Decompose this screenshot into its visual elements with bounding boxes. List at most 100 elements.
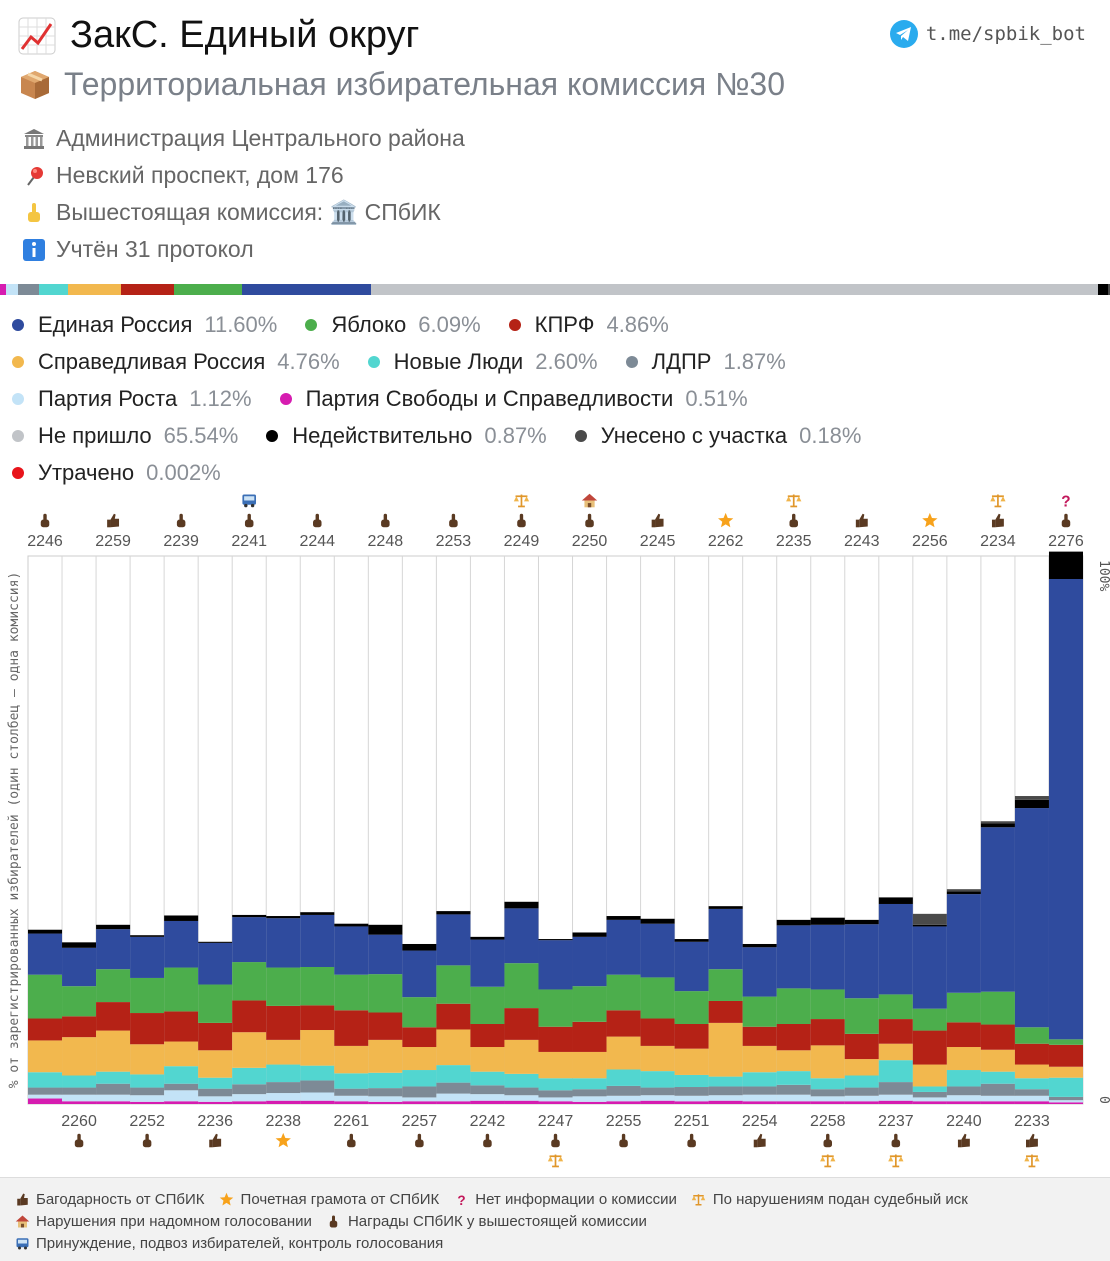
bar-segment[interactable]	[709, 1001, 743, 1023]
bar-segment[interactable]	[266, 1093, 300, 1101]
bar-segment[interactable]	[232, 1032, 266, 1068]
bar-segment[interactable]	[538, 1027, 572, 1052]
bar-segment[interactable]	[1015, 800, 1049, 808]
bar-segment[interactable]	[879, 1095, 913, 1101]
bar-segment[interactable]	[368, 1040, 402, 1073]
bar-segment[interactable]	[334, 1101, 368, 1104]
bar-segment[interactable]	[1049, 1100, 1083, 1102]
bar-segment[interactable]	[470, 1047, 504, 1072]
bar-segment[interactable]	[130, 1044, 164, 1074]
bar-segment[interactable]	[777, 920, 811, 925]
bar-segment[interactable]	[641, 1095, 675, 1100]
bar-segment[interactable]	[777, 988, 811, 1024]
bar-segment[interactable]	[641, 1046, 675, 1071]
legend-item[interactable]: Справедливая Россия4.76%	[12, 349, 340, 375]
bar-segment[interactable]	[641, 1088, 675, 1096]
bar-segment[interactable]	[947, 894, 981, 993]
bar-segment[interactable]	[573, 1102, 607, 1104]
bar-segment[interactable]	[368, 1088, 402, 1096]
bar-segment[interactable]	[1015, 1065, 1049, 1079]
bar-segment[interactable]	[573, 1078, 607, 1089]
bar-segment[interactable]	[913, 1101, 947, 1104]
bar-segment[interactable]	[504, 1088, 538, 1096]
bot-link[interactable]: t.me/spbik_bot	[890, 20, 1086, 48]
bar-segment[interactable]	[232, 962, 266, 1000]
bar-segment[interactable]	[879, 994, 913, 1019]
bar-segment[interactable]	[947, 891, 981, 894]
bar-segment[interactable]	[164, 1066, 198, 1084]
bar-segment[interactable]	[436, 1065, 470, 1083]
legend-item[interactable]: КПРФ4.86%	[509, 312, 669, 338]
bar-segment[interactable]	[300, 912, 334, 915]
bar-segment[interactable]	[62, 942, 96, 947]
bar-segment[interactable]	[62, 948, 96, 986]
bar-segment[interactable]	[777, 1095, 811, 1102]
bar-segment[interactable]	[164, 921, 198, 968]
bar-segment[interactable]	[709, 906, 743, 909]
bar-segment[interactable]	[811, 1089, 845, 1096]
bar-segment[interactable]	[675, 1087, 709, 1096]
bar-segment[interactable]	[538, 1097, 572, 1101]
bar-segment[interactable]	[1049, 1078, 1083, 1097]
bar-segment[interactable]	[334, 975, 368, 1011]
bar-segment[interactable]	[198, 1102, 232, 1104]
bar-segment[interactable]	[1049, 1102, 1083, 1104]
bar-segment[interactable]	[266, 918, 300, 967]
bar-segment[interactable]	[300, 915, 334, 967]
bar-segment[interactable]	[743, 1046, 777, 1072]
bar-segment[interactable]	[947, 889, 981, 891]
bar-segment[interactable]	[300, 1080, 334, 1092]
bar-segment[interactable]	[538, 989, 572, 1026]
bar-segment[interactable]	[743, 944, 777, 947]
bar-segment[interactable]	[675, 939, 709, 942]
bar-segment[interactable]	[164, 968, 198, 1012]
bar-segment[interactable]	[1049, 552, 1083, 579]
bar-segment[interactable]	[164, 1011, 198, 1041]
bar-segment[interactable]	[300, 1101, 334, 1104]
bar-segment[interactable]	[845, 1088, 879, 1096]
bar-segment[interactable]	[334, 924, 368, 927]
bar-segment[interactable]	[266, 1065, 300, 1083]
bar-segment[interactable]	[28, 934, 62, 975]
bar-segment[interactable]	[538, 1090, 572, 1097]
bar-segment[interactable]	[368, 1012, 402, 1039]
bar-segment[interactable]	[96, 925, 130, 929]
bar-segment[interactable]	[811, 1101, 845, 1104]
bar-segment[interactable]	[266, 968, 300, 1006]
bar-segment[interactable]	[504, 1101, 538, 1104]
bar-segment[interactable]	[607, 1037, 641, 1070]
bar-segment[interactable]	[1049, 1097, 1083, 1100]
bar-segment[interactable]	[334, 1046, 368, 1073]
bar-segment[interactable]	[573, 986, 607, 1022]
bar-segment[interactable]	[845, 998, 879, 1034]
bar-segment[interactable]	[709, 1077, 743, 1087]
bar-segment[interactable]	[709, 1023, 743, 1077]
bar-segment[interactable]	[28, 1072, 62, 1087]
bar-segment[interactable]	[913, 1092, 947, 1097]
bar-segment[interactable]	[436, 965, 470, 1003]
bar-segment[interactable]	[1015, 1101, 1049, 1104]
bar-segment[interactable]	[504, 1095, 538, 1100]
bar-segment[interactable]	[1015, 1044, 1049, 1065]
bar-segment[interactable]	[1015, 1078, 1049, 1089]
bar-segment[interactable]	[402, 1086, 436, 1097]
bar-segment[interactable]	[981, 1050, 1015, 1072]
bar-segment[interactable]	[62, 1076, 96, 1088]
bar-segment[interactable]	[436, 1004, 470, 1030]
bar-segment[interactable]	[470, 937, 504, 940]
bar-segment[interactable]	[811, 1078, 845, 1089]
bar-segment[interactable]	[538, 939, 572, 940]
bar-segment[interactable]	[96, 969, 130, 1002]
legend-item[interactable]: Яблоко6.09%	[305, 312, 480, 338]
bar-segment[interactable]	[130, 937, 164, 978]
bar-segment[interactable]	[504, 963, 538, 1008]
bar-segment[interactable]	[266, 1006, 300, 1040]
bar-segment[interactable]	[811, 925, 845, 990]
bar-segment[interactable]	[436, 914, 470, 965]
bar-segment[interactable]	[845, 920, 879, 924]
bar-segment[interactable]	[232, 1094, 266, 1101]
bar-segment[interactable]	[981, 1072, 1015, 1084]
bar-segment[interactable]	[1015, 796, 1049, 800]
bar-segment[interactable]	[607, 920, 641, 975]
bar-segment[interactable]	[504, 1074, 538, 1088]
